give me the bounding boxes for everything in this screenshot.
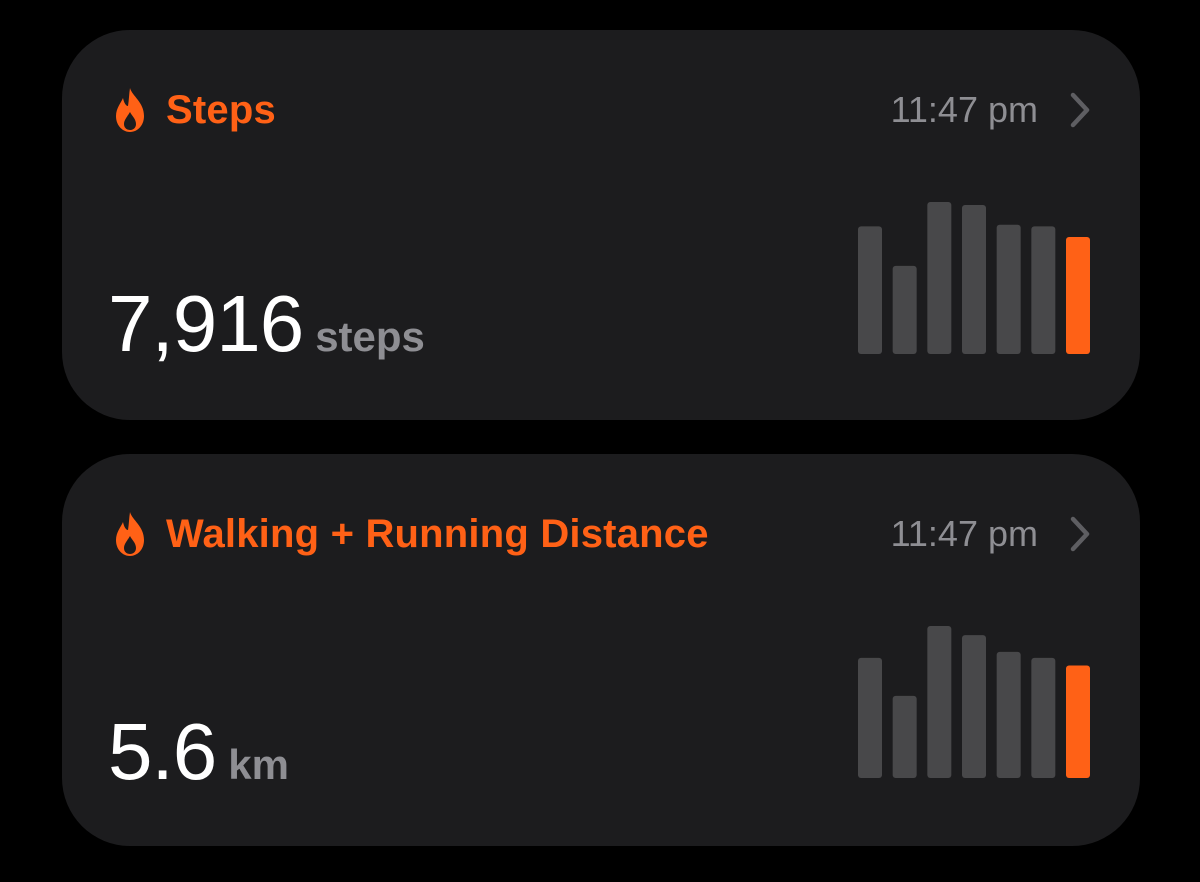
- distance-card[interactable]: Walking + Running Distance 11:47 pm 5.6 …: [62, 454, 1140, 846]
- timestamp: 11:47 pm: [890, 89, 1038, 130]
- flame-icon: [110, 86, 150, 134]
- chart-bar: [1031, 226, 1056, 354]
- chart-bar: [927, 626, 952, 778]
- chevron-right-icon[interactable]: [1068, 90, 1092, 130]
- chart-bar: [962, 205, 986, 354]
- chart-bar: [996, 651, 1021, 778]
- chart-bar: [892, 695, 917, 778]
- card-title: Steps: [166, 87, 276, 132]
- card-title: Walking + Running Distance: [166, 511, 709, 556]
- chart-bar: [858, 226, 882, 354]
- chart-bar-current: [1066, 665, 1090, 778]
- chart-bar: [892, 265, 917, 354]
- timestamp: 11:47 pm: [890, 513, 1038, 554]
- chevron-right-icon[interactable]: [1068, 514, 1092, 554]
- chart-bar: [962, 635, 986, 778]
- card-header: Walking + Running Distance 11:47 pm: [110, 506, 1092, 562]
- chart-bar-current: [1066, 236, 1090, 354]
- metric-value-row: 5.6 km: [108, 706, 289, 798]
- metric-unit: steps: [315, 313, 425, 360]
- flame-icon: [110, 510, 150, 558]
- steps-card[interactable]: Steps 11:47 pm 7,916 steps: [62, 30, 1140, 420]
- chart-bar: [927, 202, 952, 354]
- metric-value: 5.6: [108, 707, 217, 796]
- mini-bar-chart: [858, 626, 1090, 778]
- chart-bar: [996, 224, 1021, 354]
- metric-value: 7,916: [108, 279, 304, 368]
- metric-unit: km: [228, 741, 289, 788]
- metric-value-row: 7,916 steps: [108, 278, 425, 370]
- chart-bar: [1031, 657, 1056, 778]
- card-header: Steps 11:47 pm: [110, 82, 1092, 138]
- chart-bar: [858, 657, 882, 778]
- mini-bar-chart: [858, 202, 1090, 354]
